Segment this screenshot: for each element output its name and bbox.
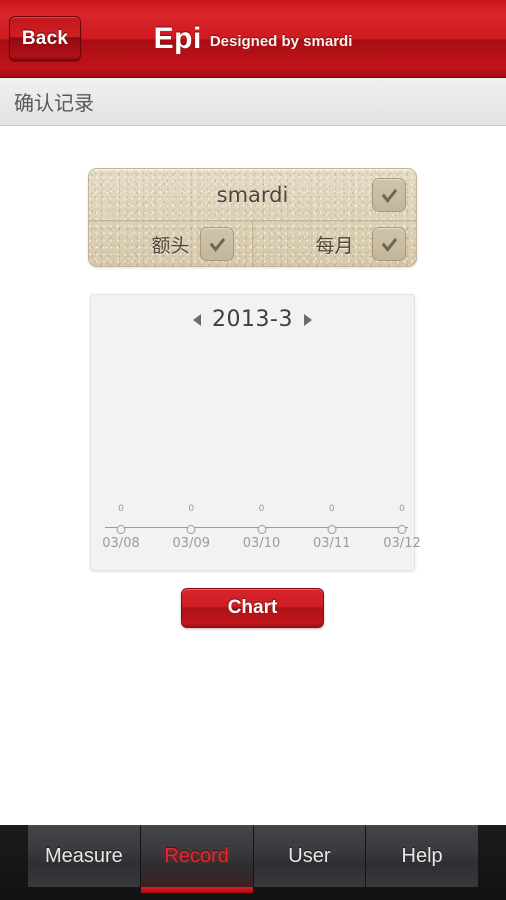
chart-data-point-marker: [397, 525, 407, 534]
chevron-down-icon: [381, 183, 397, 203]
chart-x-tick-label: 03/09: [172, 536, 210, 551]
user-select-row[interactable]: smardi: [89, 169, 416, 221]
page-title: 确认记录: [14, 91, 94, 115]
user-select-dropdown-button[interactable]: [372, 178, 406, 212]
chart-plot-area[interactable]: 0 0 0 0 0 03/08 03/09 03/10 03/11 03/12: [91, 343, 420, 570]
chart-data-point[interactable]: 0: [257, 504, 266, 534]
triangle-left-icon[interactable]: [193, 313, 202, 326]
chevron-down-icon: [209, 232, 225, 252]
tab-label: Help: [401, 845, 443, 867]
back-button[interactable]: Back: [9, 16, 81, 61]
app-subtitle: Designed by smardi: [209, 33, 353, 50]
chart-panel: 2013-3 0 0 0 0 0 03/08 03/09 03/10 03/11 03/12: [90, 294, 421, 571]
chart-data-point-marker: [116, 525, 126, 534]
chart-button-label: Chart: [227, 597, 278, 618]
chart-x-tick-label: 03/08: [102, 536, 140, 551]
chart-data-point-label: 0: [399, 504, 405, 514]
site-select-value: 额头: [151, 234, 190, 257]
back-button-label: Back: [21, 27, 69, 49]
tab-label: Record: [164, 845, 229, 867]
period-select-value: 每月: [315, 234, 354, 257]
tab-label: User: [288, 845, 331, 867]
site-select-dropdown-button[interactable]: [200, 227, 234, 261]
chart-x-tick-label: 03/11: [313, 536, 351, 551]
tab-measure[interactable]: Measure: [28, 825, 141, 887]
tab-user[interactable]: User: [253, 825, 367, 887]
tab-help[interactable]: Help: [366, 825, 478, 887]
selector-bottom-row: 额头 每月: [89, 221, 416, 266]
page-subheader: 确认记录: [0, 78, 506, 126]
month-navigator: 2013-3: [91, 307, 414, 332]
chart-data-point-marker: [257, 525, 266, 534]
chart-button[interactable]: Chart: [181, 588, 324, 628]
chart-data-point[interactable]: 0: [186, 504, 196, 534]
selector-panel: smardi 额头 每月: [88, 168, 417, 267]
app-header: Back Epi Designed by smardi: [0, 0, 506, 78]
chart-data-point-label: 0: [188, 504, 195, 514]
chevron-down-icon: [381, 232, 397, 252]
period-select-dropdown-button[interactable]: [372, 227, 406, 261]
tab-label: Measure: [44, 845, 123, 867]
app-title: Epi: [153, 22, 202, 55]
chart-data-point-label: 0: [118, 504, 124, 514]
chart-data-point-label: 0: [328, 504, 335, 514]
chart-data-point-marker: [327, 525, 337, 534]
tab-record[interactable]: Record: [140, 825, 254, 893]
chart-data-point-label: 0: [258, 504, 265, 514]
bottom-tab-bar: Measure Record User Help: [0, 825, 506, 900]
triangle-right-icon[interactable]: [303, 313, 312, 326]
period-select-row[interactable]: 每月: [253, 221, 416, 266]
month-label: 2013-3: [212, 307, 293, 332]
chart-x-tick-label: 03/12: [383, 536, 421, 551]
chart-data-point[interactable]: 0: [327, 504, 337, 534]
chart-x-tick-label: 03/10: [242, 536, 281, 551]
user-select-value: smardi: [216, 182, 289, 207]
site-select-row[interactable]: 额头: [89, 221, 253, 266]
chart-data-point-marker: [186, 525, 196, 534]
chart-data-point[interactable]: 0: [116, 504, 126, 534]
chart-x-tick-labels: 03/08 03/09 03/10 03/11 03/12: [91, 536, 420, 552]
main-content: smardi 额头 每月 2013-3 0 0 0 0 0 03/08 03/0…: [0, 127, 506, 825]
chart-data-point[interactable]: 0: [397, 504, 407, 534]
